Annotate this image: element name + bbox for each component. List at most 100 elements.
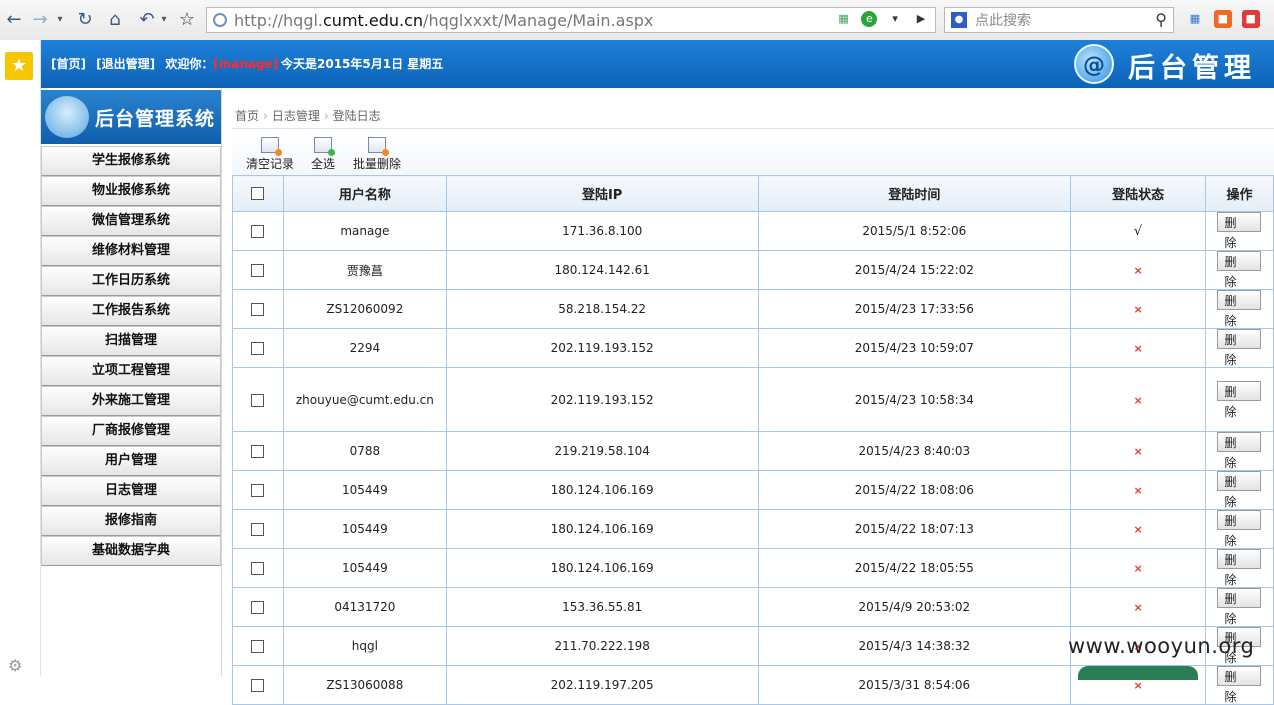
sidebar-item-data-dictionary[interactable]: 基础数据字典 <box>41 536 221 566</box>
history-dropdown-icon[interactable]: ▾ <box>54 8 66 32</box>
extension-red-icon[interactable]: ■ <box>1241 10 1260 28</box>
ie-mode-icon[interactable]: e <box>861 11 878 27</box>
settings-gear-icon[interactable]: ⚙ <box>8 656 22 675</box>
cell-username: 105449 <box>282 548 447 588</box>
status-fail-icon: × <box>1133 342 1143 355</box>
row-select-cell[interactable] <box>232 250 284 290</box>
log-toolbar: 清空记录 全选 批量删除 <box>232 128 1274 175</box>
favorite-star-icon[interactable]: ☆ <box>176 8 198 32</box>
clear-records-button[interactable]: 清空记录 <box>246 137 294 172</box>
url-text[interactable]: http://hqgl.cumt.edu.cn/hqglxxxt/Manage/… <box>234 11 653 30</box>
breadcrumb-current: 登陆日志 <box>332 109 381 123</box>
table-row: manage 171.36.8.100 2015/5/1 8:52:06 √ 删… <box>232 211 1274 251</box>
row-select-cell[interactable] <box>232 548 284 588</box>
sidebar-item-logs[interactable]: 日志管理 <box>41 476 221 506</box>
breadcrumb-home[interactable]: 首页 <box>235 109 259 123</box>
search-engine-icon[interactable]: ● <box>951 12 967 28</box>
row-checkbox[interactable] <box>251 523 265 536</box>
row-select-cell[interactable] <box>232 509 284 549</box>
forward-icon[interactable]: → <box>30 8 50 32</box>
select-all-button[interactable]: 全选 <box>311 137 335 172</box>
delete-button[interactable]: 删除 <box>1217 549 1262 587</box>
refresh-icon[interactable]: ↻ <box>74 8 96 32</box>
table-row: 105449 180.124.106.169 2015/4/22 18:05:5… <box>232 548 1274 588</box>
extension-icon[interactable]: ■ <box>1213 10 1232 28</box>
row-select-cell[interactable] <box>232 289 284 329</box>
search-icon[interactable]: ⚲ <box>1155 10 1167 29</box>
delete-button[interactable]: 删除 <box>1217 212 1262 250</box>
delete-button[interactable]: 删除 <box>1217 329 1262 367</box>
go-arrow-icon[interactable]: ▶ <box>913 11 929 27</box>
favorites-star-icon[interactable]: ★ <box>5 52 33 80</box>
row-checkbox[interactable] <box>251 393 265 407</box>
row-checkbox[interactable] <box>251 562 265 575</box>
sidebar-item-vendor-repair[interactable]: 厂商报修管理 <box>41 416 221 446</box>
delete-button[interactable]: 删除 <box>1217 290 1262 328</box>
row-checkbox[interactable] <box>251 640 265 653</box>
cell-operation: 删除 <box>1204 328 1274 368</box>
apps-grid-icon[interactable]: ▦ <box>1186 10 1204 28</box>
row-select-cell[interactable] <box>232 211 284 251</box>
cell-status: × <box>1070 328 1206 368</box>
address-bar[interactable]: http://hqgl.cumt.edu.cn/hqglxxxt/Manage/… <box>206 7 936 33</box>
sidebar-item-materials[interactable]: 维修材料管理 <box>41 236 221 266</box>
sidebar-item-external-construction[interactable]: 外来施工管理 <box>41 386 221 416</box>
undo-icon[interactable]: ↶ <box>136 8 158 32</box>
row-checkbox[interactable] <box>251 445 265 458</box>
row-checkbox[interactable] <box>251 303 265 316</box>
sidebar-item-users[interactable]: 用户管理 <box>41 446 221 476</box>
home-icon[interactable]: ⌂ <box>104 8 126 32</box>
delete-button[interactable]: 删除 <box>1217 251 1262 289</box>
undo-dropdown-icon[interactable]: ▾ <box>158 8 170 32</box>
select-all-checkbox[interactable] <box>251 187 265 200</box>
status-fail-icon: × <box>1133 601 1143 614</box>
sidebar-item-property-repair[interactable]: 物业报修系统 <box>41 176 221 206</box>
delete-button[interactable]: 删除 <box>1217 510 1262 548</box>
row-checkbox[interactable] <box>251 225 265 238</box>
logout-link[interactable]: [退出管理] <box>96 57 155 71</box>
delete-button[interactable]: 删除 <box>1217 666 1262 704</box>
cell-ip: 202.119.193.152 <box>445 328 759 368</box>
row-checkbox[interactable] <box>251 601 265 614</box>
status-fail-icon: × <box>1133 393 1143 407</box>
qr-code-icon[interactable]: ▦ <box>836 11 852 27</box>
sidebar-item-student-repair[interactable]: 学生报修系统 <box>41 146 221 176</box>
search-input[interactable] <box>973 11 1147 31</box>
sidebar-item-reports[interactable]: 工作报告系统 <box>41 296 221 326</box>
row-checkbox[interactable] <box>251 264 265 277</box>
sidebar-item-calendar[interactable]: 工作日历系统 <box>41 266 221 296</box>
breadcrumb: 首页 › 日志管理 › 登陆日志 <box>235 107 381 124</box>
header-login-status: 登陆状态 <box>1070 175 1206 212</box>
row-select-cell[interactable] <box>232 470 284 510</box>
table-row: zhouyue@cumt.edu.cn 202.119.193.152 2015… <box>232 367 1274 432</box>
row-select-cell[interactable] <box>232 328 284 368</box>
delete-button[interactable]: 删除 <box>1217 471 1262 509</box>
welcome-text: 欢迎你： <box>165 57 214 71</box>
row-select-cell[interactable] <box>232 665 284 705</box>
row-select-cell[interactable] <box>232 587 284 627</box>
batch-delete-button[interactable]: 批量删除 <box>353 137 401 172</box>
row-checkbox[interactable] <box>251 342 265 355</box>
sidebar-item-wechat[interactable]: 微信管理系统 <box>41 206 221 236</box>
cell-time: 2015/4/22 18:05:55 <box>757 548 1072 588</box>
row-checkbox[interactable] <box>251 484 265 497</box>
cell-ip: 202.119.193.152 <box>445 367 759 432</box>
header-select-all[interactable] <box>232 175 284 212</box>
row-select-cell[interactable] <box>232 626 284 666</box>
sidebar-item-projects[interactable]: 立项工程管理 <box>41 356 221 386</box>
delete-button[interactable]: 删除 <box>1217 380 1262 419</box>
back-icon[interactable]: ← <box>4 8 24 32</box>
cell-status: × <box>1070 367 1206 432</box>
sidebar-item-repair-guide[interactable]: 报修指南 <box>41 506 221 536</box>
breadcrumb-logs[interactable]: 日志管理 <box>272 109 320 123</box>
home-link[interactable]: [首页] <box>51 57 86 71</box>
delete-button[interactable]: 删除 <box>1217 588 1262 626</box>
row-checkbox[interactable] <box>251 679 265 692</box>
row-select-cell[interactable] <box>232 431 284 471</box>
address-dropdown-icon[interactable]: ▾ <box>887 11 903 27</box>
header-links: [首页] [退出管理] 欢迎你：[manage] <box>51 55 278 72</box>
cell-username: 贾豫菖 <box>282 250 447 290</box>
delete-button[interactable]: 删除 <box>1217 432 1262 470</box>
row-select-cell[interactable] <box>232 367 284 432</box>
sidebar-item-scan[interactable]: 扫描管理 <box>41 326 221 356</box>
